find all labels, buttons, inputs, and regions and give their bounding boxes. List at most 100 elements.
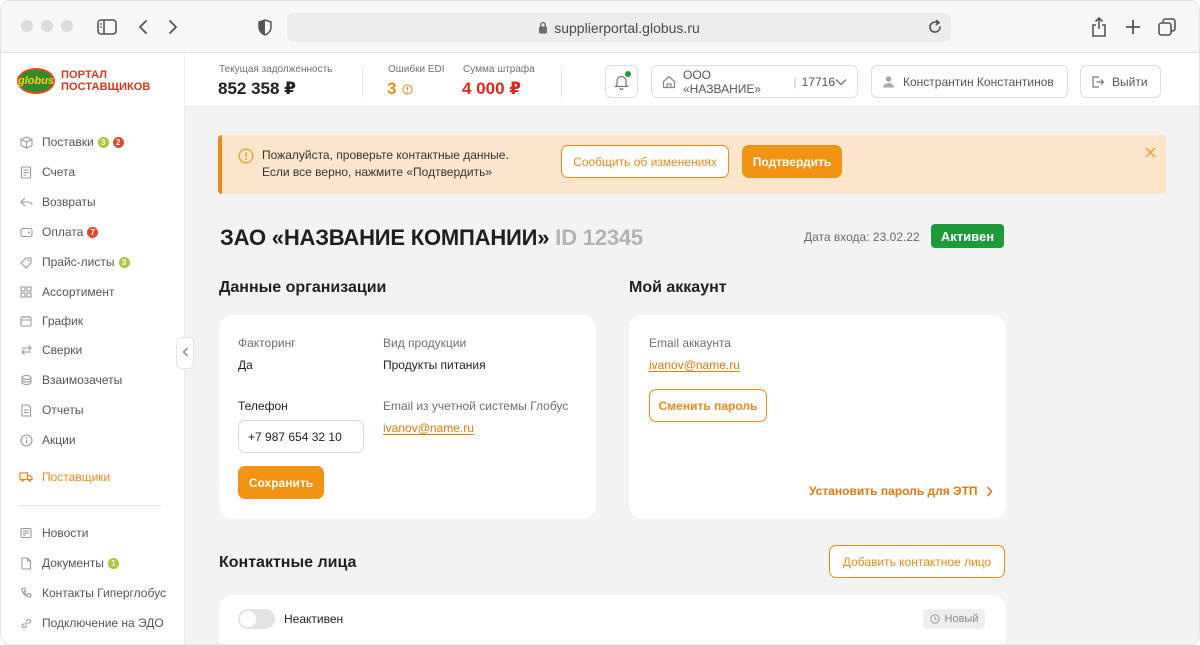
alert-message: Пожалуйста, проверьте контактные данные.… [262, 148, 509, 179]
login-date: Дата входа: 23.02.22 [804, 230, 920, 244]
sidebar: globus ПОРТАЛ ПОСТАВЩИКОВ Поставки 3 2 С… [1, 53, 185, 644]
sidebar-item-schedule[interactable]: График [19, 311, 83, 331]
news-icon [19, 526, 33, 540]
lock-icon [538, 21, 548, 34]
new-contact-tag: Новый [923, 609, 985, 629]
sidebar-item-suppliers[interactable]: Поставщики [19, 467, 110, 487]
supplies-alert-badge: 2 [112, 136, 124, 148]
report-changes-button[interactable]: Сообщить об изменениях [561, 145, 729, 178]
coins-icon [19, 373, 33, 387]
arrows-icon [19, 343, 33, 357]
notifications-button[interactable] [605, 65, 638, 98]
logo-text: ПОРТАЛ ПОСТАВЩИКОВ [61, 69, 151, 93]
change-password-button[interactable]: Сменить пароль [649, 389, 767, 422]
info-icon [402, 83, 414, 95]
report-icon [19, 403, 33, 417]
share-icon[interactable] [1087, 15, 1111, 39]
set-etp-password-link[interactable]: Установить пароль для ЭТП [809, 484, 993, 498]
url-text: supplierportal.globus.ru [554, 19, 700, 36]
sidebar-toggle-icon[interactable] [95, 15, 119, 39]
return-icon [19, 195, 33, 209]
product-type-label: Вид продукции [383, 336, 467, 350]
sidebar-item-reconciliations[interactable]: Сверки [19, 340, 82, 360]
logout-icon [1091, 75, 1105, 89]
user-icon [882, 75, 895, 88]
address-bar[interactable]: supplierportal.globus.ru [287, 13, 951, 42]
window-close-dot[interactable] [21, 20, 33, 32]
sidebar-item-offsets[interactable]: Взаимозачеты [19, 370, 122, 390]
clock-icon [929, 614, 940, 624]
sidebar-divider [19, 505, 161, 506]
contact-check-alert: Пожалуйста, проверьте контактные данные.… [218, 135, 1166, 194]
account-email-link[interactable]: ivanov@name.ru [649, 358, 740, 372]
sidebar-collapse-button[interactable] [176, 337, 194, 369]
window-minimize-dot[interactable] [41, 20, 53, 32]
chevron-down-icon [835, 78, 847, 86]
warning-icon [238, 148, 254, 169]
close-icon[interactable] [1145, 145, 1156, 163]
main-content: Пожалуйста, проверьте контактные данные.… [185, 107, 1199, 644]
factoring-label: Факторинг [238, 336, 296, 350]
product-type-value: Продукты питания [383, 358, 486, 372]
info-icon [19, 433, 33, 447]
sidebar-item-payment[interactable]: Оплата 7 [19, 222, 99, 242]
sidebar-item-price-lists[interactable]: Прайс-листы 3 [19, 252, 130, 272]
forward-arrow-icon[interactable] [161, 15, 185, 39]
price-lists-badge: 3 [118, 256, 130, 268]
sidebar-item-news[interactable]: Новости [19, 523, 88, 543]
sidebar-item-assortment[interactable]: Ассортимент [19, 282, 114, 302]
sidebar-item-reports[interactable]: Отчеты [19, 400, 83, 420]
wallet-icon [19, 225, 33, 239]
back-arrow-icon[interactable] [131, 15, 155, 39]
top-bar: Текущая задолженность 852 358 ₽ Ошибки E… [185, 53, 1199, 107]
box-icon [19, 135, 33, 149]
shield-icon[interactable] [253, 15, 277, 39]
add-contact-button[interactable]: Добавить контактное лицо [829, 545, 1005, 578]
sidebar-item-promotions[interactable]: Акции [19, 430, 76, 450]
calendar-icon [19, 314, 33, 328]
fine-value: 4 000 ₽ [462, 79, 522, 98]
globus-email-link[interactable]: ivanov@name.ru [383, 421, 474, 435]
debt-value: 852 358 ₽ [218, 79, 297, 98]
sidebar-item-invoices[interactable]: Счета [19, 162, 75, 182]
phone-label: Телефон [238, 399, 288, 413]
sidebar-item-documents[interactable]: Документы 1 [19, 553, 119, 573]
tag-icon [19, 255, 33, 269]
document-icon [19, 556, 33, 570]
logout-button[interactable]: Выйти [1080, 65, 1161, 98]
edi-errors-value[interactable]: 3 [387, 79, 414, 99]
globus-logo-icon: globus [17, 68, 55, 94]
phone-icon [19, 586, 33, 600]
portal-logo[interactable]: globus ПОРТАЛ ПОСТАВЩИКОВ [17, 68, 150, 94]
new-tab-icon[interactable] [1121, 15, 1145, 39]
tabs-overview-icon[interactable] [1155, 15, 1179, 39]
my-account-title: Мой аккаунт [629, 279, 727, 296]
grid-icon [19, 285, 33, 299]
chevron-right-icon [986, 486, 993, 497]
reload-icon[interactable] [927, 19, 943, 38]
user-profile-button[interactable]: Констрантин Константинов [871, 65, 1068, 98]
sidebar-item-hyperglobus-contacts[interactable]: Контакты Гиперглобус [19, 583, 166, 603]
phone-input[interactable]: +7 987 654 32 10 [238, 420, 364, 453]
save-button[interactable]: Сохранить [238, 466, 324, 499]
my-account-card: Email аккаунта ivanov@name.ru Сменить па… [629, 315, 1006, 519]
payment-alert-badge: 7 [87, 226, 99, 238]
sidebar-item-supplies[interactable]: Поставки 3 2 [19, 132, 124, 152]
supplies-new-badge: 3 [97, 136, 109, 148]
sidebar-item-edo-connection[interactable]: Подключение на ЭДО [19, 613, 164, 633]
factoring-value: Да [238, 358, 253, 372]
debt-label: Текущая задолженность [219, 64, 333, 75]
browser-toolbar: supplierportal.globus.ru [1, 1, 1199, 53]
home-icon [662, 75, 676, 89]
window-zoom-dot[interactable] [61, 20, 73, 32]
confirm-button[interactable]: Подтвердить [742, 145, 842, 178]
contact-active-toggle[interactable] [238, 609, 275, 629]
company-id: ID 12345 [555, 225, 643, 250]
org-data-title: Данные организации [219, 279, 387, 296]
browser-window: supplierportal.globus.ru globus ПОРТАЛ П… [0, 0, 1200, 645]
bell-icon [614, 70, 631, 90]
link-icon [19, 616, 33, 630]
chevron-left-icon [182, 344, 189, 362]
sidebar-item-returns[interactable]: Возвраты [19, 192, 96, 212]
organization-selector[interactable]: ООО «НАЗВАНИЕ» | 17716 [651, 65, 858, 98]
